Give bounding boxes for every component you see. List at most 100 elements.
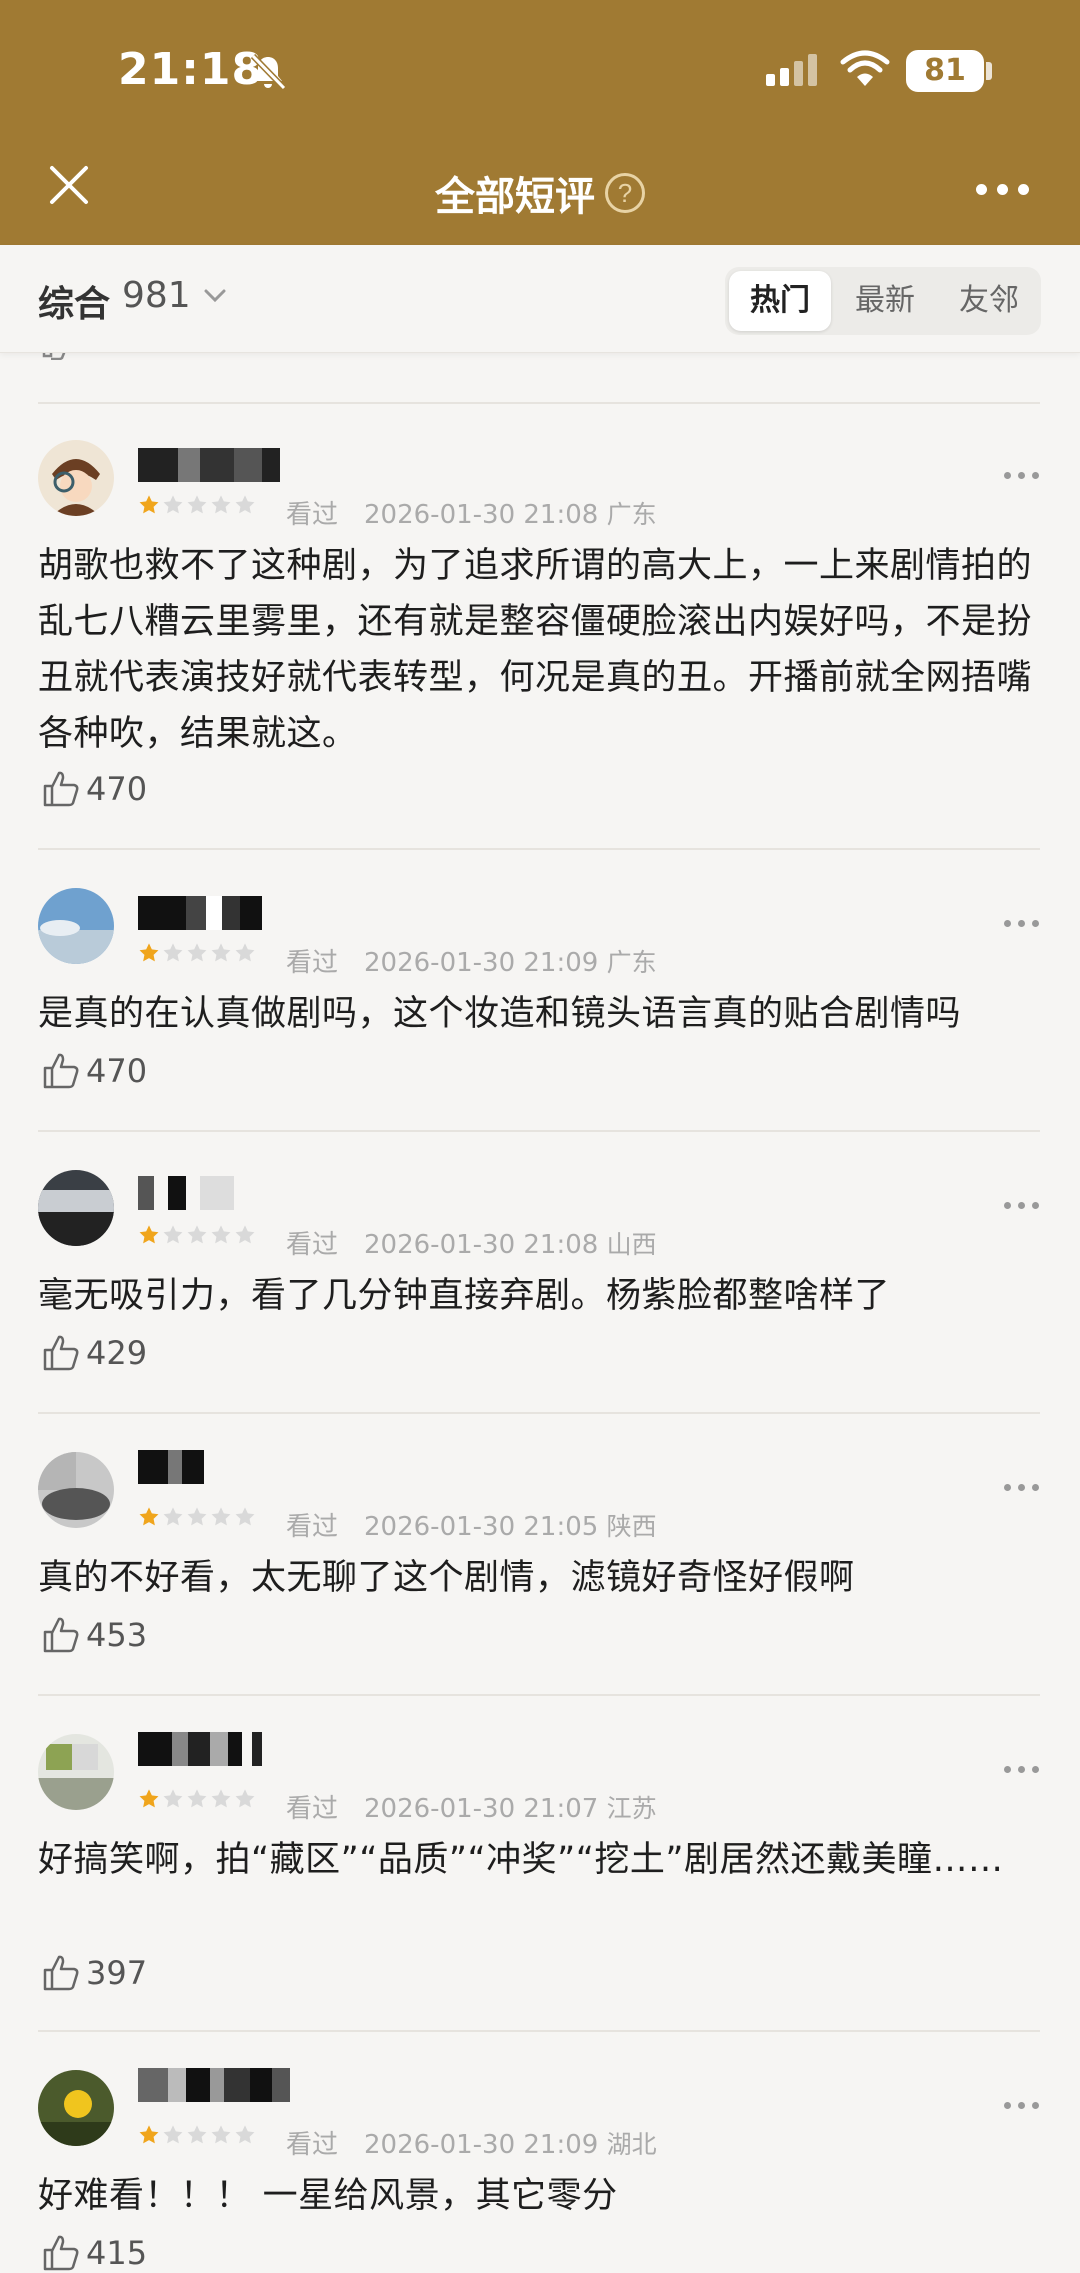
divider xyxy=(38,402,1040,404)
comment-more-button[interactable] xyxy=(1004,2102,1039,2109)
tab-hot[interactable]: 热门 xyxy=(729,271,831,331)
tab-latest[interactable]: 最新 xyxy=(835,271,935,331)
like-button[interactable]: 429 xyxy=(42,1334,147,1372)
filter-bar: 综合 981 热门 最新 友邻 xyxy=(0,245,1080,353)
star-empty-icon xyxy=(163,1789,183,1808)
username-redacted[interactable] xyxy=(138,448,280,482)
more-menu-button[interactable] xyxy=(976,184,1029,195)
divider xyxy=(38,1412,1040,1414)
sort-dropdown-label[interactable]: 综合 xyxy=(38,275,110,327)
thumbs-up-icon xyxy=(43,771,79,807)
username-redacted[interactable] xyxy=(138,1732,262,1766)
mute-bell-icon xyxy=(250,53,287,91)
comment-text: 好难看！！！ 一星给风景，其它零分 xyxy=(38,2176,618,2216)
comment-location: 广东 xyxy=(606,948,657,977)
comment-meta: 看过 2026-01-30 21:08 山西 xyxy=(286,1224,657,1261)
avatar[interactable] xyxy=(38,440,114,516)
comment-meta: 看过 2026-01-30 21:07 江苏 xyxy=(286,1788,657,1825)
cellular-signal-icon xyxy=(766,54,817,86)
avatar[interactable] xyxy=(38,1734,114,1810)
comment-more-button[interactable] xyxy=(1004,920,1039,927)
comment-location: 江苏 xyxy=(606,1794,657,1823)
chevron-down-icon[interactable] xyxy=(204,289,226,303)
tab-friends[interactable]: 友邻 xyxy=(939,271,1039,331)
comment-time: 2026-01-30 21:08 xyxy=(364,500,599,530)
star-filled-icon xyxy=(139,1789,159,1808)
star-empty-icon xyxy=(187,1789,207,1808)
star-filled-icon xyxy=(139,1225,159,1244)
star-empty-icon xyxy=(211,943,231,962)
divider xyxy=(38,1694,1040,1696)
comment-more-button[interactable] xyxy=(1004,1484,1039,1491)
comment-more-button[interactable] xyxy=(1004,1202,1039,1209)
like-button[interactable]: 453 xyxy=(42,1616,147,1654)
comment-time: 2026-01-30 21:09 xyxy=(364,948,599,978)
star-empty-icon xyxy=(163,1225,183,1244)
comment-more-button[interactable] xyxy=(1004,1766,1039,1773)
help-icon[interactable]: ? xyxy=(605,173,645,213)
star-filled-icon xyxy=(139,495,159,514)
like-count: 415 xyxy=(86,2234,148,2272)
like-count: 429 xyxy=(86,1334,148,1372)
comment-text: 好搞笑啊，拍“藏区”“品质”“冲奖”“挖土”剧居然还戴美瞳…… xyxy=(38,1840,1004,1880)
wifi-icon xyxy=(840,50,890,86)
status-time: 21:18 xyxy=(118,44,264,95)
star-empty-icon xyxy=(235,1225,255,1244)
star-empty-icon xyxy=(187,2125,207,2144)
star-empty-icon xyxy=(235,1789,255,1808)
comment-time: 2026-01-30 21:08 xyxy=(364,1230,599,1260)
comment-text: 真的不好看，太无聊了这个剧情，滤镜好奇怪好假啊 xyxy=(38,1558,855,1598)
like-button[interactable]: 415 xyxy=(42,2234,147,2272)
comment-meta: 看过 2026-01-30 21:05 陕西 xyxy=(286,1506,657,1543)
star-empty-icon xyxy=(211,495,231,514)
like-button[interactable]: 397 xyxy=(42,1954,147,1992)
sort-tabs: 热门 最新 友邻 xyxy=(725,267,1041,335)
username-redacted[interactable] xyxy=(138,896,262,930)
battery-tip xyxy=(986,62,992,80)
avatar[interactable] xyxy=(38,888,114,964)
battery-indicator: 81 xyxy=(906,50,984,92)
comment-text: 胡歌也救不了这种剧，为了追求所谓的高大上，一上来剧情拍的乱七八糟云里雾里，还有就… xyxy=(38,546,1033,754)
watched-status: 看过 xyxy=(286,1230,339,1260)
username-redacted[interactable] xyxy=(138,2068,290,2102)
like-button[interactable]: 470 xyxy=(42,770,147,808)
like-count: 470 xyxy=(86,770,148,808)
comment-time: 2026-01-30 21:05 xyxy=(364,1512,599,1542)
comment-meta: 看过 2026-01-30 21:09 湖北 xyxy=(286,2124,657,2161)
star-filled-icon xyxy=(139,943,159,962)
star-filled-icon xyxy=(139,1507,159,1526)
thumbs-up-icon xyxy=(43,1617,79,1653)
watched-status: 看过 xyxy=(286,500,339,530)
watched-status: 看过 xyxy=(286,948,339,978)
avatar[interactable] xyxy=(38,1452,114,1528)
rating-stars xyxy=(138,494,256,516)
star-empty-icon xyxy=(211,1225,231,1244)
rating-stars xyxy=(138,2124,256,2146)
username-redacted[interactable] xyxy=(138,1176,234,1210)
star-empty-icon xyxy=(211,1789,231,1808)
watched-status: 看过 xyxy=(286,1512,339,1542)
comment-location: 山西 xyxy=(606,1230,657,1259)
rating-stars xyxy=(138,1788,256,1810)
top-header: 21:18 81 全部短评? xyxy=(0,0,1080,245)
watched-status: 看过 xyxy=(286,1794,339,1824)
comment-count[interactable]: 981 xyxy=(122,275,191,316)
comment-text: 是真的在认真做剧吗，这个妆造和镜头语言真的贴合剧情吗 xyxy=(38,994,962,1034)
avatar[interactable] xyxy=(38,2070,114,2146)
star-empty-icon xyxy=(163,2125,183,2144)
like-count: 397 xyxy=(86,1954,148,1992)
star-empty-icon xyxy=(163,943,183,962)
avatar[interactable] xyxy=(38,1170,114,1246)
thumbs-up-icon xyxy=(43,1335,79,1371)
comment-location: 湖北 xyxy=(606,2130,657,2159)
username-redacted[interactable] xyxy=(138,1450,204,1484)
thumbs-up-icon xyxy=(43,1053,79,1089)
rating-stars xyxy=(138,942,256,964)
comment-text: 毫无吸引力，看了几分钟直接弃剧。杨紫脸都整啥样了 xyxy=(38,1276,891,1316)
star-filled-icon xyxy=(139,2125,159,2144)
like-button[interactable]: 470 xyxy=(42,1052,147,1090)
star-empty-icon xyxy=(235,2125,255,2144)
comment-more-button[interactable] xyxy=(1004,472,1039,479)
star-empty-icon xyxy=(235,495,255,514)
star-empty-icon xyxy=(235,943,255,962)
